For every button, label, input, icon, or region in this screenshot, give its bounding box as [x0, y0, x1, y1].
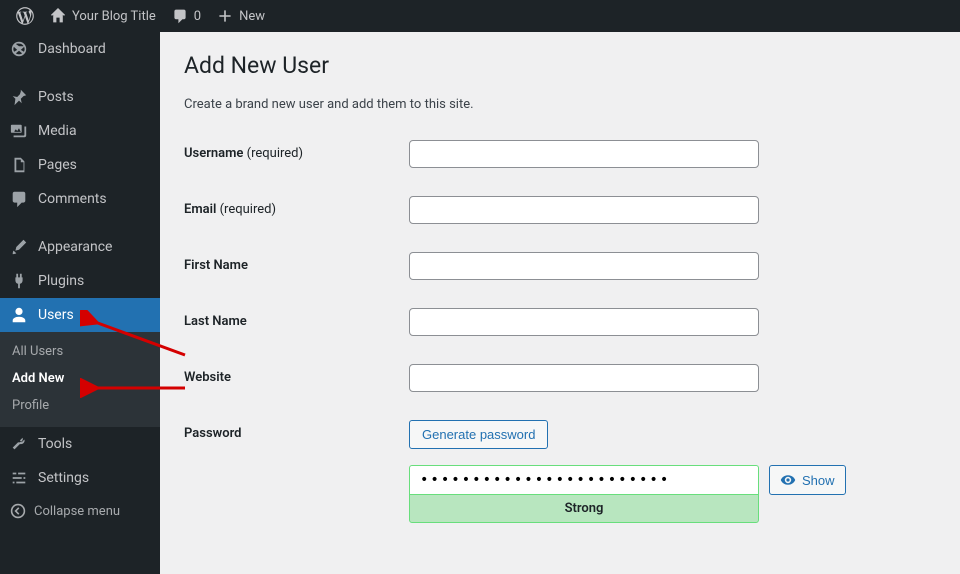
page-title: Add New User: [184, 52, 936, 79]
menu-label: Users: [38, 307, 74, 323]
site-link[interactable]: Your Blog Title: [42, 0, 164, 32]
media-icon: [10, 122, 28, 140]
menu-users[interactable]: Users: [0, 298, 160, 332]
plug-icon: [10, 272, 28, 290]
submenu-profile[interactable]: Profile: [0, 392, 160, 419]
submenu-users: All Users Add New Profile: [0, 332, 160, 427]
admin-toolbar: Your Blog Title 0 New: [0, 0, 960, 32]
comment-icon: [172, 8, 188, 24]
page-intro: Create a brand new user and add them to …: [184, 97, 936, 112]
site-name: Your Blog Title: [72, 9, 156, 24]
menu-label: Media: [38, 123, 77, 139]
label-last-name: Last Name: [184, 314, 247, 329]
sliders-icon: [10, 469, 28, 487]
admin-sidebar: Dashboard Posts Media Pages Comments App…: [0, 32, 160, 574]
menu-tools[interactable]: Tools: [0, 427, 160, 461]
input-website[interactable]: [409, 364, 759, 392]
submenu-add-new[interactable]: Add New: [0, 365, 160, 392]
comments-icon: [10, 190, 28, 208]
menu-label: Dashboard: [38, 41, 106, 57]
menu-label: Tools: [38, 436, 72, 452]
menu-posts[interactable]: Posts: [0, 80, 160, 114]
menu-settings[interactable]: Settings: [0, 461, 160, 495]
collapse-icon: [10, 503, 26, 519]
eye-icon: [780, 472, 796, 488]
user-icon: [10, 306, 28, 324]
label-email: Email: [184, 202, 216, 217]
show-password-button[interactable]: Show: [769, 465, 846, 495]
menu-pages[interactable]: Pages: [0, 148, 160, 182]
pages-icon: [10, 156, 28, 174]
show-label: Show: [802, 473, 835, 488]
menu-label: Posts: [38, 89, 74, 105]
label-password: Password: [184, 426, 241, 441]
row-website: Website: [184, 364, 936, 392]
home-icon: [50, 8, 66, 24]
menu-appearance[interactable]: Appearance: [0, 230, 160, 264]
menu-label: Comments: [38, 191, 107, 207]
row-email: Email (required): [184, 196, 936, 224]
new-link[interactable]: New: [209, 0, 273, 32]
password-strength: Strong: [409, 494, 759, 523]
input-last-name[interactable]: [409, 308, 759, 336]
menu-label: Settings: [38, 470, 89, 486]
row-username: Username (required): [184, 140, 936, 168]
collapse-label: Collapse menu: [34, 504, 120, 519]
wrench-icon: [10, 435, 28, 453]
main-content: Add New User Create a brand new user and…: [160, 32, 960, 574]
generate-password-button[interactable]: Generate password: [409, 420, 548, 449]
menu-label: Plugins: [38, 273, 84, 289]
plus-icon: [217, 8, 233, 24]
row-password: Password Generate password Strong Show: [184, 420, 936, 523]
pin-icon: [10, 88, 28, 106]
collapse-menu[interactable]: Collapse menu: [0, 495, 160, 527]
new-label: New: [239, 9, 265, 24]
menu-plugins[interactable]: Plugins: [0, 264, 160, 298]
wp-logo[interactable]: [8, 0, 42, 32]
label-first-name: First Name: [184, 258, 248, 273]
label-required: (required): [243, 146, 303, 161]
brush-icon: [10, 238, 28, 256]
label-website: Website: [184, 370, 231, 385]
input-username[interactable]: [409, 140, 759, 168]
wordpress-icon: [16, 7, 34, 25]
input-email[interactable]: [409, 196, 759, 224]
input-password[interactable]: [409, 465, 759, 494]
input-first-name[interactable]: [409, 252, 759, 280]
comments-link[interactable]: 0: [164, 0, 209, 32]
row-last-name: Last Name: [184, 308, 936, 336]
menu-media[interactable]: Media: [0, 114, 160, 148]
comments-count: 0: [194, 9, 201, 24]
submenu-all-users[interactable]: All Users: [0, 338, 160, 365]
dashboard-icon: [10, 40, 28, 58]
label-username: Username: [184, 146, 243, 161]
menu-label: Appearance: [38, 239, 112, 255]
row-first-name: First Name: [184, 252, 936, 280]
label-required: (required): [216, 202, 276, 217]
menu-dashboard[interactable]: Dashboard: [0, 32, 160, 66]
menu-comments[interactable]: Comments: [0, 182, 160, 216]
menu-label: Pages: [38, 157, 77, 173]
